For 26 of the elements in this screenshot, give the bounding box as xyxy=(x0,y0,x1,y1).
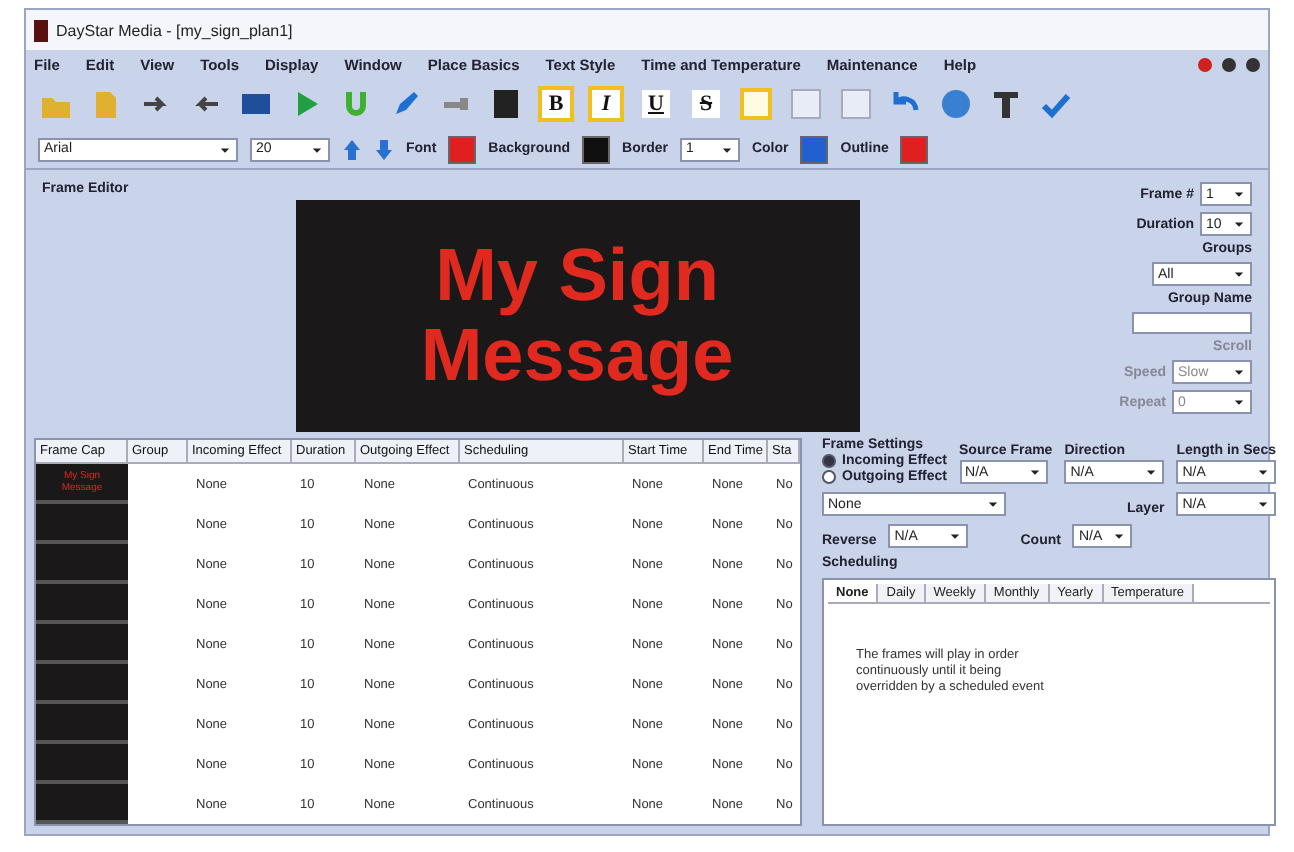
group-name-field[interactable] xyxy=(1132,312,1252,334)
radio-button[interactable] xyxy=(822,470,836,484)
color-swatch[interactable] xyxy=(448,135,477,163)
frame-thumbnail[interactable] xyxy=(36,624,128,664)
frame-thumbnail[interactable] xyxy=(36,584,128,624)
text-style-button[interactable]: I xyxy=(588,86,624,122)
arrow-up-icon[interactable] xyxy=(342,137,362,161)
window-title: DayStar Media - [my_sign_plan1] xyxy=(56,21,293,39)
app-icon xyxy=(34,19,48,41)
sign-text: Message xyxy=(420,316,734,396)
color-swatch[interactable] xyxy=(800,135,829,163)
minimize-icon[interactable] xyxy=(1198,57,1212,71)
frame-thumbnail[interactable] xyxy=(36,504,128,544)
arrow-down-icon[interactable] xyxy=(374,137,394,161)
radio-button[interactable] xyxy=(822,454,836,468)
frame-thumbnail[interactable] xyxy=(36,704,128,744)
text-style-button[interactable]: B xyxy=(538,86,574,122)
color-swatch[interactable] xyxy=(900,135,929,163)
color-swatch[interactable] xyxy=(582,135,611,163)
frame-thumbnail[interactable] xyxy=(36,744,128,784)
frame-thumbnail[interactable] xyxy=(36,544,128,584)
frame-thumbnail[interactable] xyxy=(36,664,128,704)
sign-text: My Sign xyxy=(435,236,719,316)
text-style-button[interactable]: U xyxy=(638,86,674,122)
text-style-button[interactable]: S xyxy=(688,86,724,122)
frame-thumbnail[interactable] xyxy=(36,784,128,824)
